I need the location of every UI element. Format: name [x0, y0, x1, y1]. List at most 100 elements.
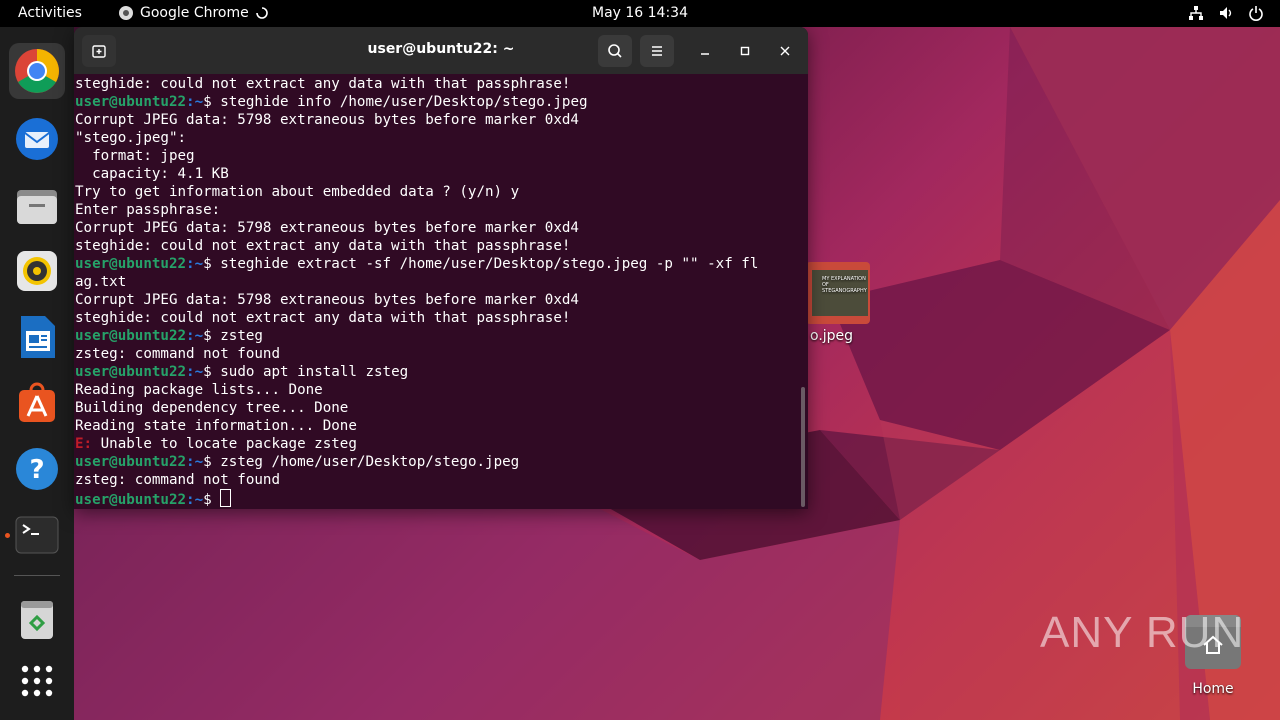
system-tray[interactable] [1188, 5, 1264, 21]
command-text: zsteg /home/user/Desktop/stego.jpeg [220, 454, 520, 470]
prompt-symbol: $ [203, 492, 221, 508]
desktop-file-label: o.jpeg [810, 328, 854, 344]
prompt-path: :~ [186, 492, 204, 508]
volume-icon [1220, 7, 1232, 19]
file-thumbnail: MY EXPLANATION OF STEGANOGRAPHY [806, 262, 870, 324]
clock[interactable]: May 16 14:34 [592, 5, 688, 21]
prompt-path: :~ [186, 454, 204, 470]
help-icon: ? [16, 448, 58, 490]
command-text: steghide extract -sf /home/user/Desktop/… [220, 256, 759, 272]
prompt-user: user@ubuntu22 [75, 454, 187, 470]
dock: ? [0, 27, 74, 720]
minimize-icon [701, 53, 709, 55]
terminal-output-line: zsteg: command not found [75, 346, 280, 362]
close-button[interactable] [773, 39, 797, 63]
rhythmbox-icon [17, 251, 57, 291]
terminal-output-line: ag.txt [75, 274, 127, 290]
libreoffice-writer-icon [21, 316, 55, 358]
app-menu[interactable]: Google Chrome [118, 5, 269, 21]
chrome-icon [15, 49, 59, 93]
prompt-user: user@ubuntu22 [75, 94, 187, 110]
terminal-icon [15, 516, 59, 554]
terminal-output-line: steghide: could not extract any data wit… [75, 310, 571, 326]
hamburger-menu-icon [652, 46, 662, 56]
files-icon [17, 190, 57, 224]
dock-item-terminal[interactable] [9, 507, 65, 563]
power-icon [1249, 6, 1263, 21]
prompt-path: :~ [186, 94, 204, 110]
terminal-titlebar[interactable]: user@ubuntu22: ~ [74, 27, 808, 74]
dock-item-rhythmbox[interactable] [9, 243, 65, 299]
watermark-text: ANY RUN [1040, 608, 1245, 657]
terminal-command-line: user@ubuntu22:~$ steghide info /home/use… [75, 93, 799, 111]
dock-item-chrome[interactable] [9, 43, 65, 99]
network-icon [1189, 6, 1203, 20]
terminal-output-line: Try to get information about embedded da… [75, 184, 520, 200]
command-text: steghide info /home/user/Desktop/stego.j… [220, 94, 588, 110]
command-text: zsteg [220, 328, 263, 344]
terminal-output-line: "stego.jpeg": [75, 130, 187, 146]
prompt-user: user@ubuntu22 [75, 492, 187, 508]
terminal-scrollbar[interactable] [801, 387, 805, 507]
dock-item-writer[interactable] [9, 309, 65, 365]
terminal-output-line: Reading state information... Done [75, 418, 357, 434]
terminal-command-line: user@ubuntu22:~$ zsteg /home/user/Deskto… [75, 453, 799, 471]
terminal-output-line: steghide: could not extract any data wit… [75, 238, 571, 254]
activities-button[interactable]: Activities [18, 5, 82, 21]
terminal-cursor [220, 489, 232, 507]
terminal-command-line: user@ubuntu22:~$ zsteg [75, 327, 799, 345]
desktop-file-stego-jpeg[interactable]: MY EXPLANATION OF STEGANOGRAPHY o.jpeg [806, 262, 876, 344]
terminal-command-line: user@ubuntu22:~$ steghide extract -sf /h… [75, 255, 799, 273]
chrome-small-icon [119, 6, 133, 20]
terminal-command-line: user@ubuntu22:~$ [75, 489, 799, 508]
dock-item-app-center[interactable] [9, 374, 65, 430]
app-center-icon [19, 382, 55, 422]
home-folder-label: Home [1192, 681, 1234, 697]
prompt-path: :~ [186, 256, 204, 272]
dock-item-trash[interactable] [9, 591, 65, 647]
terminal-output-line: steghide: could not extract any data wit… [75, 76, 571, 92]
dock-item-thunderbird[interactable] [9, 111, 65, 167]
dock-separator [14, 575, 60, 576]
show-apps-icon [21, 665, 53, 697]
search-icon [608, 44, 622, 58]
prompt-symbol: $ [203, 256, 221, 272]
minimize-button[interactable] [693, 39, 717, 63]
close-icon [780, 46, 790, 56]
dock-item-help[interactable]: ? [9, 441, 65, 497]
terminal-output-line: Corrupt JPEG data: 5798 extraneous bytes… [75, 220, 579, 236]
error-message: Unable to locate package zsteg [92, 436, 357, 452]
thunderbird-icon [16, 118, 58, 160]
terminal-output-line: Enter passphrase: [75, 202, 221, 218]
prompt-path: :~ [186, 328, 204, 344]
top-bar: Activities Google Chrome May 16 14:34 [0, 0, 1280, 27]
terminal-output-line: capacity: 4.1 KB [75, 166, 229, 182]
menu-button[interactable] [640, 35, 674, 67]
prompt-symbol: $ [203, 94, 221, 110]
trash-icon [21, 601, 53, 639]
terminal-output-line: Corrupt JPEG data: 5798 extraneous bytes… [75, 292, 579, 308]
anyrun-watermark: ANY RUN [1040, 608, 1244, 658]
prompt-symbol: $ [203, 328, 221, 344]
terminal-window[interactable]: user@ubuntu22: ~ steghide: could not ext… [74, 27, 808, 509]
prompt-user: user@ubuntu22 [75, 328, 187, 344]
terminal-output[interactable]: steghide: could not extract any data wit… [75, 75, 799, 509]
dock-item-files[interactable] [9, 178, 65, 234]
command-text: sudo apt install zsteg [220, 364, 409, 380]
terminal-output-line: Corrupt JPEG data: 5798 extraneous bytes… [75, 112, 579, 128]
terminal-output-line: E: Unable to locate package zsteg [75, 435, 799, 453]
svg-text:?: ? [29, 455, 44, 485]
prompt-path: :~ [186, 364, 204, 380]
prompt-symbol: $ [203, 454, 221, 470]
thumbnail-caption: MY EXPLANATION OF STEGANOGRAPHY [822, 276, 867, 294]
search-button[interactable] [598, 35, 632, 67]
loading-spinner-icon [255, 7, 268, 19]
error-prefix: E: [75, 436, 93, 452]
maximize-icon [740, 46, 750, 56]
terminal-output-line: Building dependency tree... Done [75, 400, 349, 416]
terminal-output-line: format: jpeg [75, 148, 195, 164]
show-apps-button[interactable] [9, 653, 65, 709]
maximize-button[interactable] [733, 39, 757, 63]
prompt-symbol: $ [203, 364, 221, 380]
terminal-command-line: user@ubuntu22:~$ sudo apt install zsteg [75, 363, 799, 381]
